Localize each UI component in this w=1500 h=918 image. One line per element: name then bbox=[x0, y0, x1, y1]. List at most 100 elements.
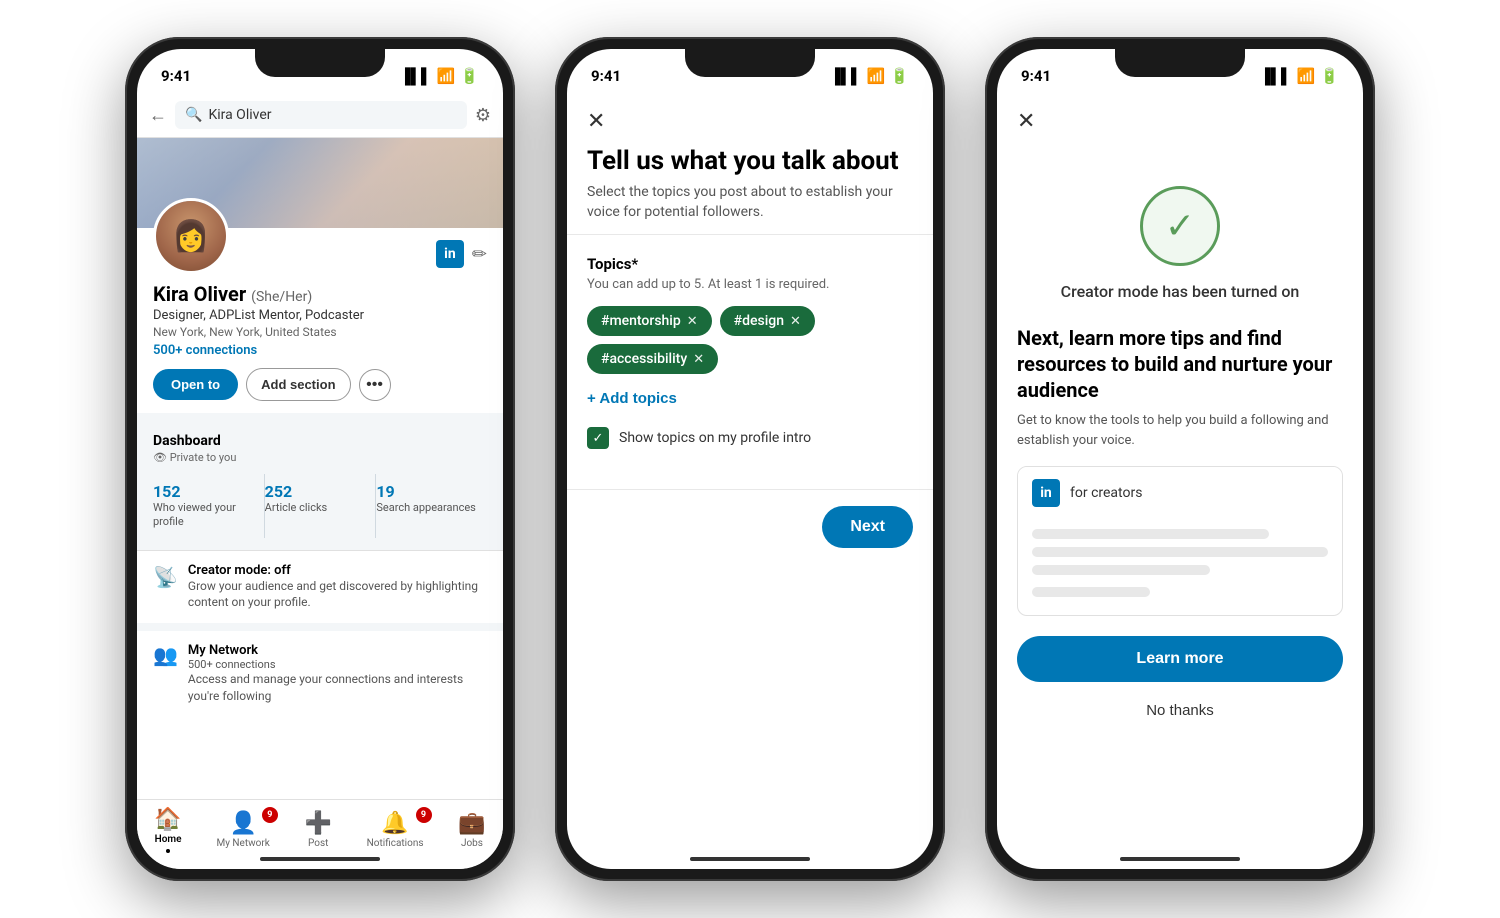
phone-2: 9:41 ▐▌▌ 📶 🔋 ✕ Tell us what you talk abo… bbox=[555, 37, 945, 881]
topics-modal-title: Tell us what you talk about bbox=[587, 146, 913, 177]
profile-title: Designer, ADPList Mentor, Podcaster bbox=[153, 308, 487, 323]
learn-more-desc: Get to know the tools to help you build … bbox=[1017, 411, 1343, 450]
wifi-icon-2: 📶 bbox=[867, 67, 886, 85]
profile-location: New York, New York, United States bbox=[153, 325, 487, 339]
topics-modal-footer: Next bbox=[567, 489, 933, 564]
tag-mentorship-label: #mentorship bbox=[601, 313, 681, 329]
dashboard-subtitle: 👁 Private to you bbox=[153, 451, 487, 464]
network-subtitle: 500+ connections bbox=[188, 658, 487, 671]
stat-label-3: Search appearances bbox=[376, 501, 487, 515]
tag-mentorship[interactable]: #mentorship ✕ bbox=[587, 306, 712, 336]
notch-2 bbox=[685, 49, 815, 77]
skeleton-line-3 bbox=[1032, 565, 1210, 575]
home-indicator-2 bbox=[690, 857, 810, 861]
wifi-icon: 📶 bbox=[437, 67, 456, 85]
add-topics-button[interactable]: + Add topics bbox=[587, 390, 677, 407]
more-options-button[interactable]: ••• bbox=[359, 369, 391, 401]
battery-icon-2: 🔋 bbox=[890, 67, 909, 85]
signal-icon: ▐▌▌ bbox=[400, 67, 432, 85]
battery-icon: 🔋 bbox=[460, 67, 479, 85]
stat-article-clicks[interactable]: 252 Article clicks bbox=[265, 474, 377, 538]
avatar: 👩 bbox=[153, 198, 229, 274]
my-network-section[interactable]: 👥 My Network 500+ connections Access and… bbox=[137, 631, 503, 717]
network-title: My Network bbox=[188, 643, 487, 658]
search-icon: 🔍 bbox=[185, 107, 202, 123]
stat-number-3: 19 bbox=[376, 482, 487, 501]
linkedin-badge: in bbox=[436, 240, 464, 268]
creator-mode-icon: 📡 bbox=[153, 565, 178, 589]
topics-label: Topics* bbox=[587, 255, 913, 273]
profile-connections[interactable]: 500+ connections bbox=[153, 343, 487, 358]
resource-card: in for creators bbox=[1017, 466, 1343, 616]
skeleton-line-4 bbox=[1032, 587, 1150, 597]
creator-mode-desc: Grow your audience and get discovered by… bbox=[188, 578, 487, 612]
search-bar: ← 🔍 Kira Oliver ⚙ bbox=[137, 93, 503, 138]
profile-name: Kira Oliver (She/Her) bbox=[153, 282, 487, 306]
add-section-button[interactable]: Add section bbox=[246, 368, 350, 401]
creator-mode-section[interactable]: 📡 Creator mode: off Grow your audience a… bbox=[137, 551, 503, 632]
resource-label: for creators bbox=[1070, 485, 1142, 501]
topics-hint: You can add up to 5. At least 1 is requi… bbox=[587, 277, 913, 292]
profile-pronouns: (She/Her) bbox=[251, 289, 312, 305]
creator-mode-title: Creator mode: off bbox=[188, 563, 487, 578]
stats-row: 152 Who viewed your profile 252 Article … bbox=[153, 474, 487, 538]
search-input[interactable]: Kira Oliver bbox=[208, 107, 271, 123]
learn-more-title: Next, learn more tips and find resources… bbox=[1017, 325, 1343, 403]
tag-accessibility[interactable]: #accessibility ✕ bbox=[587, 344, 718, 374]
show-topics-label: Show topics on my profile intro bbox=[619, 430, 811, 446]
open-to-button[interactable]: Open to bbox=[153, 369, 238, 400]
settings-icon[interactable]: ⚙ bbox=[475, 105, 491, 126]
stat-number-2: 252 bbox=[265, 482, 376, 501]
tag-mentorship-remove[interactable]: ✕ bbox=[687, 314, 698, 329]
signal-icon-3: ▐▌▌ bbox=[1260, 67, 1292, 85]
creator-on-body: ✓ Creator mode has been turned on Next, … bbox=[997, 146, 1363, 745]
show-topics-row[interactable]: ✓ Show topics on my profile intro bbox=[587, 427, 913, 449]
topics-modal-header: ✕ Tell us what you talk about Select the… bbox=[567, 93, 933, 235]
stat-search-appearances[interactable]: 19 Search appearances bbox=[376, 474, 487, 538]
network-desc: Access and manage your connections and i… bbox=[188, 671, 487, 705]
battery-icon-3: 🔋 bbox=[1320, 67, 1339, 85]
signal-icon-2: ▐▌▌ bbox=[830, 67, 862, 85]
dashboard-section: Dashboard 👁 Private to you 152 Who viewe… bbox=[137, 421, 503, 551]
stat-label-2: Article clicks bbox=[265, 501, 376, 515]
success-message: Creator mode has been turned on bbox=[1017, 282, 1343, 301]
time-1: 9:41 bbox=[161, 67, 191, 85]
no-thanks-button[interactable]: No thanks bbox=[1017, 696, 1343, 725]
home-indicator-1 bbox=[260, 857, 380, 861]
tag-accessibility-remove[interactable]: ✕ bbox=[693, 352, 704, 367]
topics-modal-body: Topics* You can add up to 5. At least 1 … bbox=[567, 235, 933, 489]
topics-tags: #mentorship ✕ #design ✕ #accessibility ✕ bbox=[587, 306, 913, 374]
back-button[interactable]: ← bbox=[149, 105, 167, 126]
creator-on-header: ✕ bbox=[997, 93, 1363, 146]
profile-section: 👩 in ✏ Kira Oliver (She/Her) Designer, A… bbox=[137, 198, 503, 421]
topics-modal-subtitle: Select the topics you post about to esta… bbox=[587, 183, 913, 222]
tag-design-label: #design bbox=[734, 313, 784, 329]
phone-3: 9:41 ▐▌▌ 📶 🔋 ✕ ✓ Creator mode has been t… bbox=[985, 37, 1375, 881]
search-input-wrapper[interactable]: 🔍 Kira Oliver bbox=[175, 101, 467, 129]
skeleton-line-2 bbox=[1032, 547, 1328, 557]
network-icon: 👥 bbox=[153, 643, 178, 667]
edit-icon[interactable]: ✏ bbox=[472, 244, 487, 265]
dashboard-title: Dashboard bbox=[153, 433, 487, 449]
linkedin-badge-small: in bbox=[1032, 479, 1060, 507]
phone-1: 9:41 ▐▌▌ 📶 🔋 ← 🔍 Kira Oliver ⚙ bbox=[125, 37, 515, 881]
success-icon: ✓ bbox=[1140, 186, 1220, 266]
show-topics-checkbox[interactable]: ✓ bbox=[587, 427, 609, 449]
notch-1 bbox=[255, 49, 385, 77]
close-button-3[interactable]: ✕ bbox=[1017, 109, 1035, 134]
wifi-icon-3: 📶 bbox=[1297, 67, 1316, 85]
time-3: 9:41 bbox=[1021, 67, 1051, 85]
close-button-2[interactable]: ✕ bbox=[587, 109, 605, 134]
next-button[interactable]: Next bbox=[822, 506, 913, 548]
tag-design[interactable]: #design ✕ bbox=[720, 306, 815, 336]
stat-who-viewed[interactable]: 152 Who viewed your profile bbox=[153, 474, 265, 538]
learn-more-button[interactable]: Learn more bbox=[1017, 636, 1343, 682]
home-indicator-3 bbox=[1120, 857, 1240, 861]
tag-design-remove[interactable]: ✕ bbox=[790, 314, 801, 329]
time-2: 9:41 bbox=[591, 67, 621, 85]
notch-3 bbox=[1115, 49, 1245, 77]
skeleton-line-1 bbox=[1032, 529, 1269, 539]
stat-label-1: Who viewed your profile bbox=[153, 501, 264, 530]
stat-number-1: 152 bbox=[153, 482, 264, 501]
tag-accessibility-label: #accessibility bbox=[601, 351, 687, 367]
